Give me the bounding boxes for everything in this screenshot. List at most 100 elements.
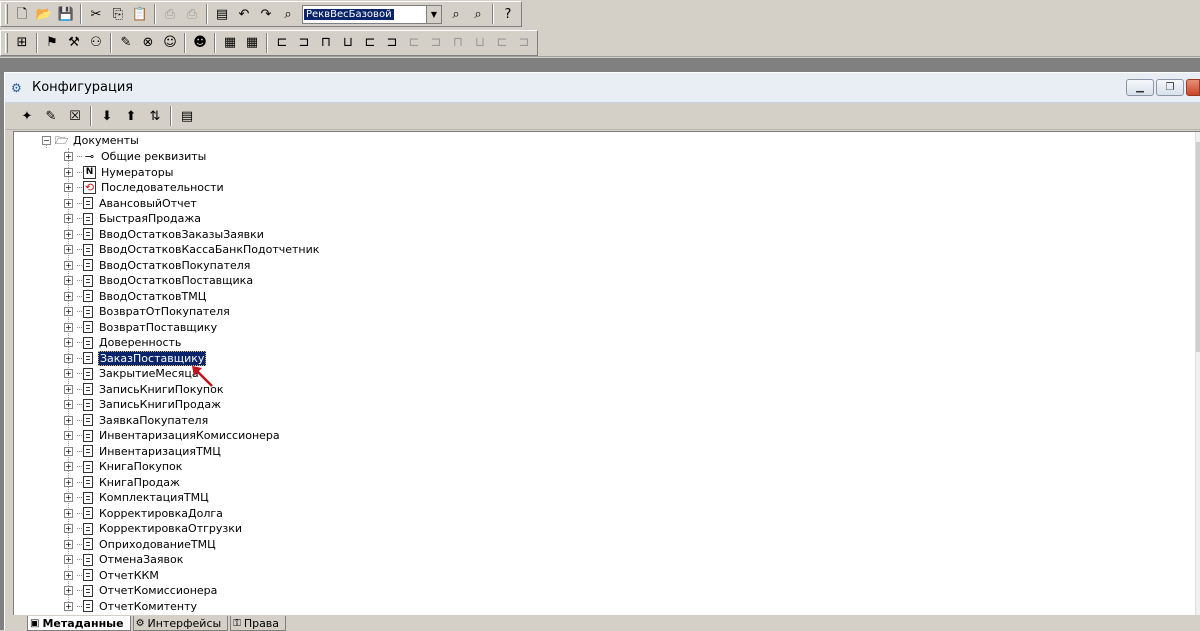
properties-icon[interactable]: ▤ bbox=[175, 105, 199, 127]
copy-icon[interactable]: ⎘ bbox=[107, 3, 129, 25]
smiley-icon[interactable]: ☺ bbox=[159, 32, 181, 54]
find-next-icon[interactable]: ⌕ bbox=[445, 3, 467, 25]
size-both-icon[interactable]: ⊓ bbox=[447, 32, 469, 54]
undo-icon[interactable]: ↶ bbox=[233, 3, 255, 25]
configuration-tree-icon[interactable]: ⊞ bbox=[11, 32, 33, 54]
expand-toggle[interactable]: + bbox=[64, 524, 73, 533]
spacing-vertical-icon[interactable]: ⊏ bbox=[491, 32, 513, 54]
expand-toggle[interactable]: + bbox=[64, 570, 73, 580]
expand-toggle[interactable]: + bbox=[64, 431, 73, 440]
print-preview-icon[interactable]: ⎙ bbox=[181, 3, 203, 25]
tree-item-row[interactable]: + ОтчетКомиссионера bbox=[64, 583, 218, 598]
vertical-scrollbar[interactable] bbox=[1195, 132, 1200, 615]
tree-item-row[interactable]: + ВводОстатковЗаказыЗаявки bbox=[64, 227, 265, 242]
tab-interfaces[interactable]: ⚙ Интерфейсы bbox=[132, 616, 229, 631]
tree-root-row[interactable]: − 🗁 Документы bbox=[42, 133, 140, 148]
users-icon[interactable]: ☻ bbox=[189, 32, 211, 54]
spacing-horizontal-icon[interactable]: ⊔ bbox=[469, 32, 491, 54]
expand-toggle[interactable]: + bbox=[64, 384, 73, 394]
filter-icon[interactable]: ▤ bbox=[211, 3, 233, 25]
grid-snap-icon[interactable]: ⊐ bbox=[513, 32, 535, 54]
expand-toggle[interactable]: + bbox=[64, 400, 73, 409]
paste-icon[interactable]: 📋 bbox=[129, 3, 151, 25]
new-file-icon[interactable]: 🗋 bbox=[11, 3, 33, 25]
tree-item-row[interactable]: + КорректировкаДолга bbox=[64, 506, 224, 521]
tree-item-row[interactable]: + Доверенность bbox=[64, 335, 182, 350]
find-binoculars-icon[interactable]: ⌕ bbox=[277, 3, 299, 25]
size-width-icon[interactable]: ⊏ bbox=[403, 32, 425, 54]
syntax-helper-icon[interactable]: ⚑ bbox=[41, 32, 63, 54]
move-down-icon[interactable]: ⬇ bbox=[95, 105, 119, 127]
tree-item-row[interactable]: + ВводОстатковПокупателя bbox=[64, 258, 251, 273]
expand-toggle[interactable]: + bbox=[64, 415, 73, 425]
tree-item-row[interactable]: + ВводОстатковПоставщика bbox=[64, 273, 254, 288]
expand-toggle[interactable]: + bbox=[64, 322, 73, 332]
size-height-icon[interactable]: ⊐ bbox=[425, 32, 447, 54]
restore-icon[interactable]: ❐ bbox=[1156, 79, 1184, 96]
expand-toggle[interactable]: + bbox=[64, 291, 73, 301]
redo-icon[interactable]: ↷ bbox=[255, 3, 277, 25]
expand-toggle[interactable]: + bbox=[64, 493, 73, 502]
expand-toggle[interactable]: + bbox=[64, 353, 73, 363]
align-center-icon[interactable]: ⊐ bbox=[293, 32, 315, 54]
minimize-icon[interactable]: ▁ bbox=[1126, 79, 1154, 96]
new-object-icon[interactable]: ✦ bbox=[15, 105, 39, 127]
expand-toggle[interactable]: + bbox=[64, 369, 73, 378]
tree-item-row[interactable]: + ИнвентаризацияТМЦ bbox=[64, 444, 222, 459]
tree-item-row[interactable]: + ОтчетККМ bbox=[64, 568, 160, 583]
tree-item-row[interactable]: + ОтчетКомитенту bbox=[64, 599, 198, 614]
tree-item-row[interactable]: + ЗаписьКнигиПродаж bbox=[64, 397, 222, 412]
tree-item-row[interactable]: + ЗаказПоставщику bbox=[64, 350, 207, 366]
tree-item-row[interactable]: + ВводОстатковКассаБанкПодотчетник bbox=[64, 242, 320, 257]
expand-toggle[interactable]: + bbox=[64, 276, 73, 285]
search-combo[interactable]: РеквВесБазовой ▼ bbox=[302, 4, 442, 24]
tree-item-row[interactable]: + ИнвентаризацияКомиссионера bbox=[64, 428, 281, 443]
expand-toggle[interactable]: + bbox=[64, 338, 73, 347]
debugger-icon[interactable]: ⚒ bbox=[63, 32, 85, 54]
align-middle-icon[interactable]: ⊏ bbox=[359, 32, 381, 54]
align-bottom-icon[interactable]: ⊐ bbox=[381, 32, 403, 54]
tab-rights[interactable]: ⚿ Права bbox=[230, 616, 287, 631]
window-titlebar[interactable]: ⚙ Конфигурация ▁ ❐ bbox=[5, 73, 1200, 103]
align-left-icon[interactable]: ⊏ bbox=[271, 32, 293, 54]
expand-toggle[interactable]: + bbox=[64, 183, 73, 192]
align-right-icon[interactable]: ⊓ bbox=[315, 32, 337, 54]
open-folder-icon[interactable]: 📂 bbox=[33, 3, 55, 25]
expand-toggle[interactable]: + bbox=[64, 462, 73, 471]
close-icon[interactable] bbox=[1186, 79, 1200, 96]
scrollbar-thumb[interactable] bbox=[1196, 142, 1200, 352]
tree-item-row[interactable]: + БыстраяПродажа bbox=[64, 211, 202, 226]
tree-item-row[interactable]: + КорректировкаОтгрузки bbox=[64, 521, 243, 536]
form-editor-icon[interactable]: ▦ bbox=[219, 32, 241, 54]
tree-item-row[interactable]: + АвансовыйОтчет bbox=[64, 196, 198, 211]
tree-item-row[interactable]: + ОтменаЗаявок bbox=[64, 552, 184, 567]
metadata-tree[interactable]: − 🗁 Документы + ⊸ Общие реквизиты + N Нумерат… bbox=[13, 131, 1200, 615]
expand-toggle[interactable]: + bbox=[64, 586, 73, 595]
expand-toggle[interactable]: + bbox=[64, 446, 73, 456]
form-layout-icon[interactable]: ▦ bbox=[241, 32, 263, 54]
toolbar-grip[interactable] bbox=[5, 32, 8, 53]
expand-toggle[interactable]: + bbox=[64, 167, 73, 177]
tab-metadata[interactable]: ▣ Метаданные bbox=[27, 616, 131, 631]
tree-item-row[interactable]: + КнигаПокупок bbox=[64, 459, 183, 474]
print-icon[interactable]: ⎙ bbox=[159, 3, 181, 25]
tree-item-row[interactable]: + ВозвратПоставщику bbox=[64, 320, 218, 335]
save-icon[interactable]: 💾 bbox=[55, 3, 77, 25]
tree-item-row[interactable]: + N Нумераторы bbox=[64, 165, 174, 180]
tree-item-row[interactable]: + ⟲ Последовательности bbox=[64, 180, 225, 195]
tree-item-row[interactable]: + ЗакрытиеМесяца bbox=[64, 366, 200, 381]
expand-toggle[interactable]: + bbox=[64, 245, 73, 254]
expand-toggle[interactable]: + bbox=[64, 477, 73, 487]
expand-toggle[interactable]: + bbox=[64, 539, 73, 549]
move-up-icon[interactable]: ⬆ bbox=[119, 105, 143, 127]
expand-toggle[interactable]: + bbox=[64, 508, 73, 518]
expand-toggle[interactable]: + bbox=[64, 198, 73, 208]
tree-item-row[interactable]: + ВводОстатковТМЦ bbox=[64, 289, 207, 304]
tree-item-row[interactable]: + ВозвратОтПокупателя bbox=[64, 304, 231, 319]
expand-toggle[interactable]: + bbox=[64, 214, 73, 223]
cut-icon[interactable]: ✂ bbox=[85, 3, 107, 25]
tree-item-row[interactable]: + ОприходованиеТМЦ bbox=[64, 537, 217, 552]
expand-toggle[interactable]: + bbox=[64, 555, 73, 564]
chevron-down-icon[interactable]: ▼ bbox=[426, 5, 441, 23]
expand-toggle[interactable]: + bbox=[64, 260, 73, 270]
